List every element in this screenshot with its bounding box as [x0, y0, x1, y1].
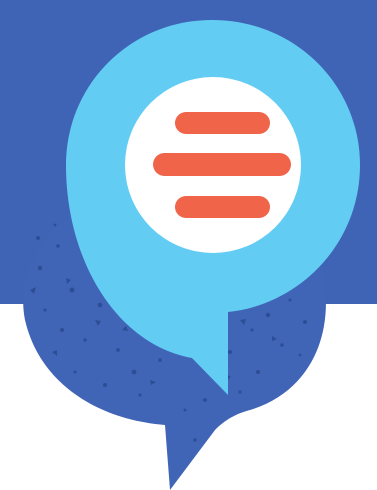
chat-illustration-canvas [0, 0, 377, 490]
menu-bar-top [175, 112, 270, 134]
menu-bar-middle [153, 153, 291, 176]
menu-bar-bottom [175, 196, 270, 218]
chat-bubble-menu-icon [23, 20, 360, 490]
